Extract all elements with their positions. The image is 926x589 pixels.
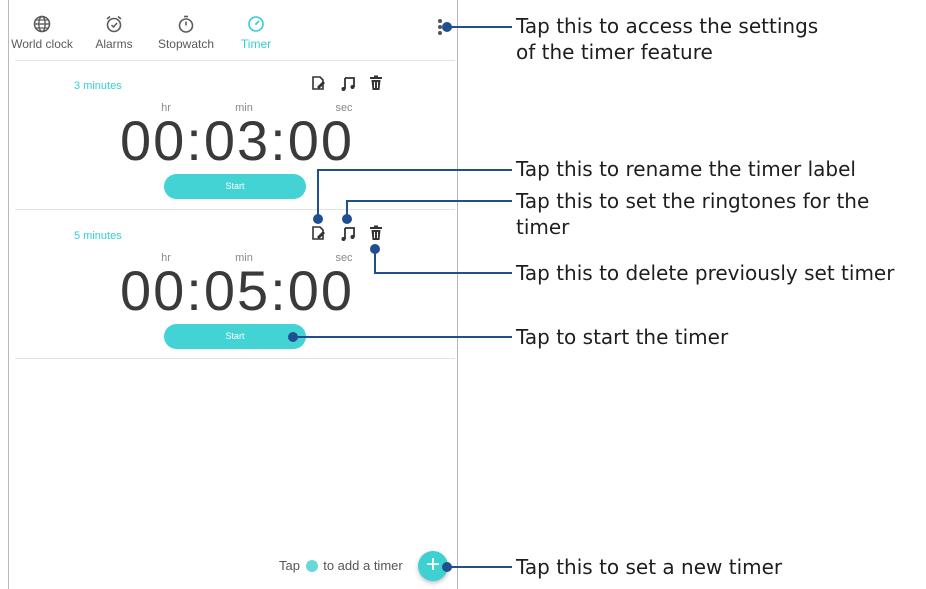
settings-callout: Tap this to access the settings of the t… (516, 13, 818, 65)
start-callout: Tap to start the timer (516, 325, 729, 349)
delete-callout-line (374, 249, 512, 274)
callout-dot (442, 562, 452, 572)
delete-callout: Tap this to delete previously set timer (516, 261, 895, 285)
settings-callout-line1: Tap this to access the settings (516, 14, 819, 38)
callout-dot (342, 214, 352, 224)
new-timer-callout: Tap this to set a new timer (516, 555, 783, 579)
callout-lines (288, 22, 512, 572)
ringtone-callout-line (346, 200, 512, 219)
callout-dot (370, 244, 380, 254)
callout-dot (288, 332, 298, 342)
rename-callout: Tap this to rename the timer label (516, 157, 856, 181)
ringtone-callout: Tap this to set the ringtones for the ti… (516, 189, 870, 239)
callout-dot (442, 22, 452, 32)
settings-callout-line2: of the timer feature (516, 40, 713, 64)
callout-dot (313, 214, 323, 224)
